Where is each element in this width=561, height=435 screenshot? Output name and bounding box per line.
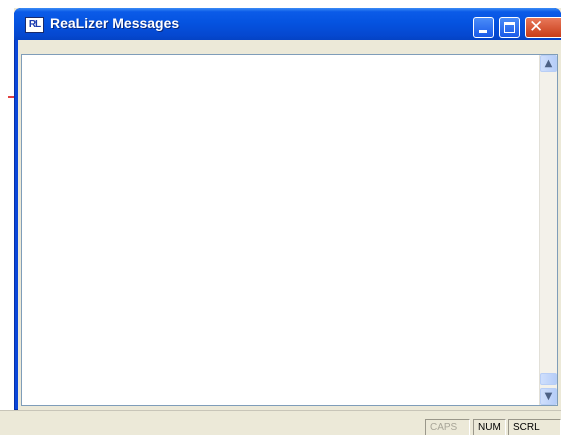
close-icon: ✕ <box>529 17 544 37</box>
realizer-app-icon[interactable]: RL <box>25 17 44 33</box>
window-title: ReaLizer Messages <box>50 15 180 31</box>
chevron-down-icon: ▼ <box>544 391 553 402</box>
scroll-up-button[interactable]: ▲ <box>540 55 557 72</box>
desktop-background-top <box>0 0 561 8</box>
scroll-down-button[interactable]: ▼ <box>540 388 557 405</box>
scroll-lock-indicator: SCRL <box>508 419 561 435</box>
maximize-icon <box>504 22 515 33</box>
minimize-button[interactable] <box>473 17 494 38</box>
chevron-up-icon: ▲ <box>544 58 553 69</box>
messages-window: RL ReaLizer Messages ✕ *****************… <box>14 8 561 410</box>
message-log[interactable]: ****************************************… <box>21 54 558 406</box>
title-bar[interactable]: RL ReaLizer Messages ✕ <box>14 8 561 40</box>
status-bar: CAPS NUM SCRL <box>0 410 561 435</box>
caps-indicator: CAPS <box>425 419 470 435</box>
close-button[interactable]: ✕ <box>525 17 561 38</box>
scroll-thumb[interactable] <box>540 373 557 385</box>
app-icon-text: RL <box>28 19 41 30</box>
vertical-scrollbar[interactable]: ▲ ▼ <box>539 55 557 405</box>
maximize-button[interactable] <box>499 17 520 38</box>
desktop-background-left <box>0 0 14 410</box>
minimize-icon <box>479 30 487 33</box>
num-indicator: NUM <box>473 419 506 435</box>
window-client-area: ****************************************… <box>18 40 561 410</box>
